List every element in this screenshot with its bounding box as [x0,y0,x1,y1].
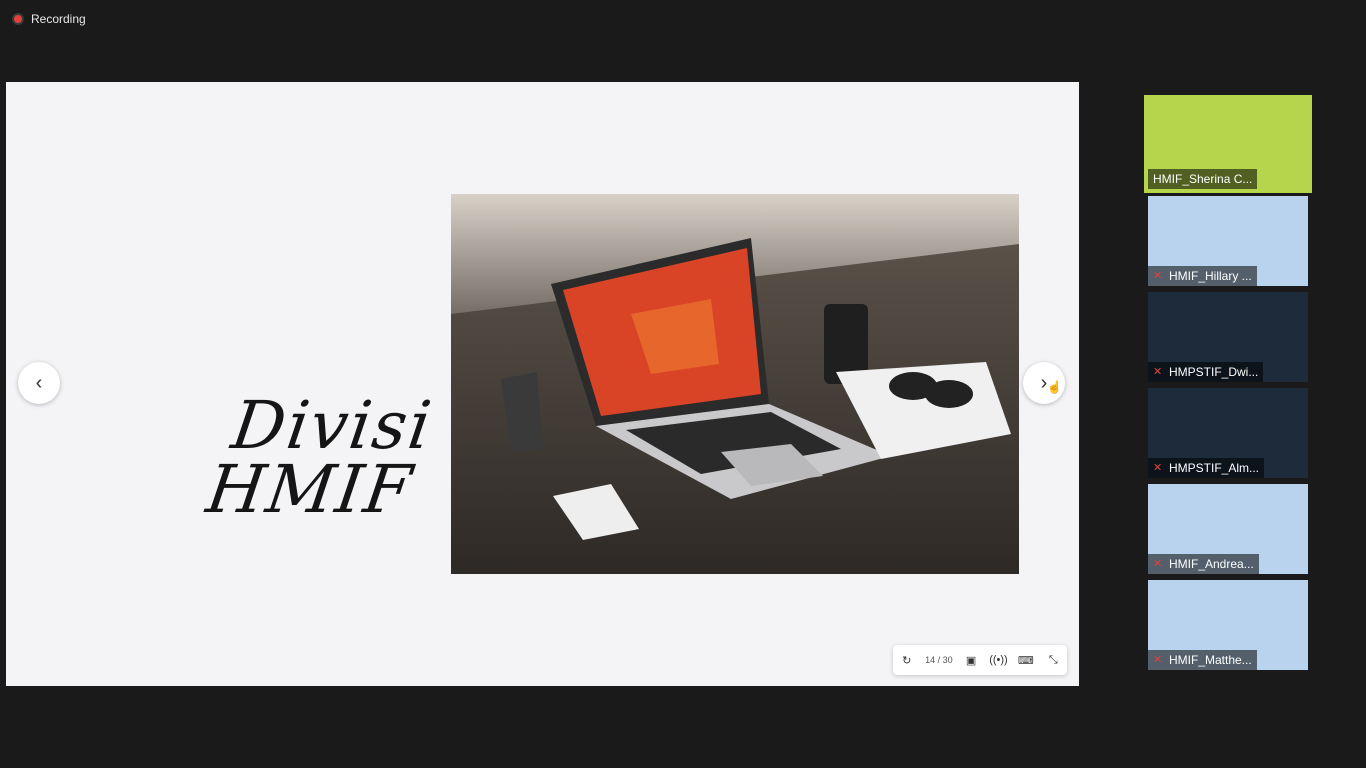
participant-name: HMPSTIF_Alm... [1169,461,1260,475]
mic-muted-icon: ✕ [1153,270,1163,282]
participant-tile[interactable]: ✕ HMIF_Matthe... [1148,580,1308,670]
participant-name: HMIF_Sherina C... [1153,172,1253,186]
participant-name-bar: ✕ HMIF_Andrea... [1148,554,1259,574]
recording-label: Recording [31,12,86,26]
previous-slide-button[interactable]: ‹ [18,362,60,404]
hand-cursor-icon: ☝ [1047,380,1062,394]
exit-fullscreen-icon[interactable]: ⤡ [1044,651,1062,669]
participant-tile[interactable]: ✕ HMPSTIF_Dwi... [1148,292,1308,382]
slide-title-line1: Divisi [227,387,438,464]
mic-muted-icon: ✕ [1153,366,1163,378]
participant-name-bar: ✕ HMIF_Matthe... [1148,650,1257,670]
participant-tile[interactable]: ✕ HMPSTIF_Alm... [1148,388,1308,478]
broadcast-icon[interactable]: ((•)) [989,651,1008,669]
slide-title-line2: HMIF [202,451,418,528]
presentation-slide: Divisi HMIF ‹ › ☝ ↻ 14 / 30 ▣ ((•)) ⌨ ⤡ [6,82,1079,686]
participant-tile[interactable]: ✕ HMIF_Andrea... [1148,484,1308,574]
keyboard-icon[interactable]: ⌨ [1017,651,1035,669]
slide-toolbar: ↻ 14 / 30 ▣ ((•)) ⌨ ⤡ [893,645,1067,675]
participant-name-bar: ✕ HMPSTIF_Dwi... [1148,362,1264,382]
participant-name-bar: ✕ HMPSTIF_Alm... [1148,458,1265,478]
page-indicator: 14 / 30 [925,655,953,665]
rotate-icon[interactable]: ↻ [898,651,916,669]
participant-name-bar: HMIF_Sherina C... [1148,169,1258,189]
recording-indicator: Recording [12,12,86,26]
participant-name: HMIF_Hillary ... [1169,269,1252,283]
chevron-left-icon: ‹ [35,371,43,394]
participant-name-bar: ✕ HMIF_Hillary ... [1148,266,1257,286]
slide-photo-laptop-desk [451,194,1019,574]
participant-name: HMPSTIF_Dwi... [1169,365,1259,379]
participant-tile[interactable]: HMIF_Sherina C... [1144,95,1312,193]
participant-name: HMIF_Andrea... [1169,557,1254,571]
mic-muted-icon: ✕ [1153,654,1163,666]
mic-muted-icon: ✕ [1153,558,1163,570]
picture-in-picture-icon[interactable]: ▣ [962,651,980,669]
participant-tile[interactable]: ✕ HMIF_Hillary ... [1148,196,1308,286]
slide-title: Divisi HMIF [202,387,457,528]
mic-muted-icon: ✕ [1153,462,1163,474]
record-icon [12,13,24,25]
participant-name: HMIF_Matthe... [1169,653,1252,667]
